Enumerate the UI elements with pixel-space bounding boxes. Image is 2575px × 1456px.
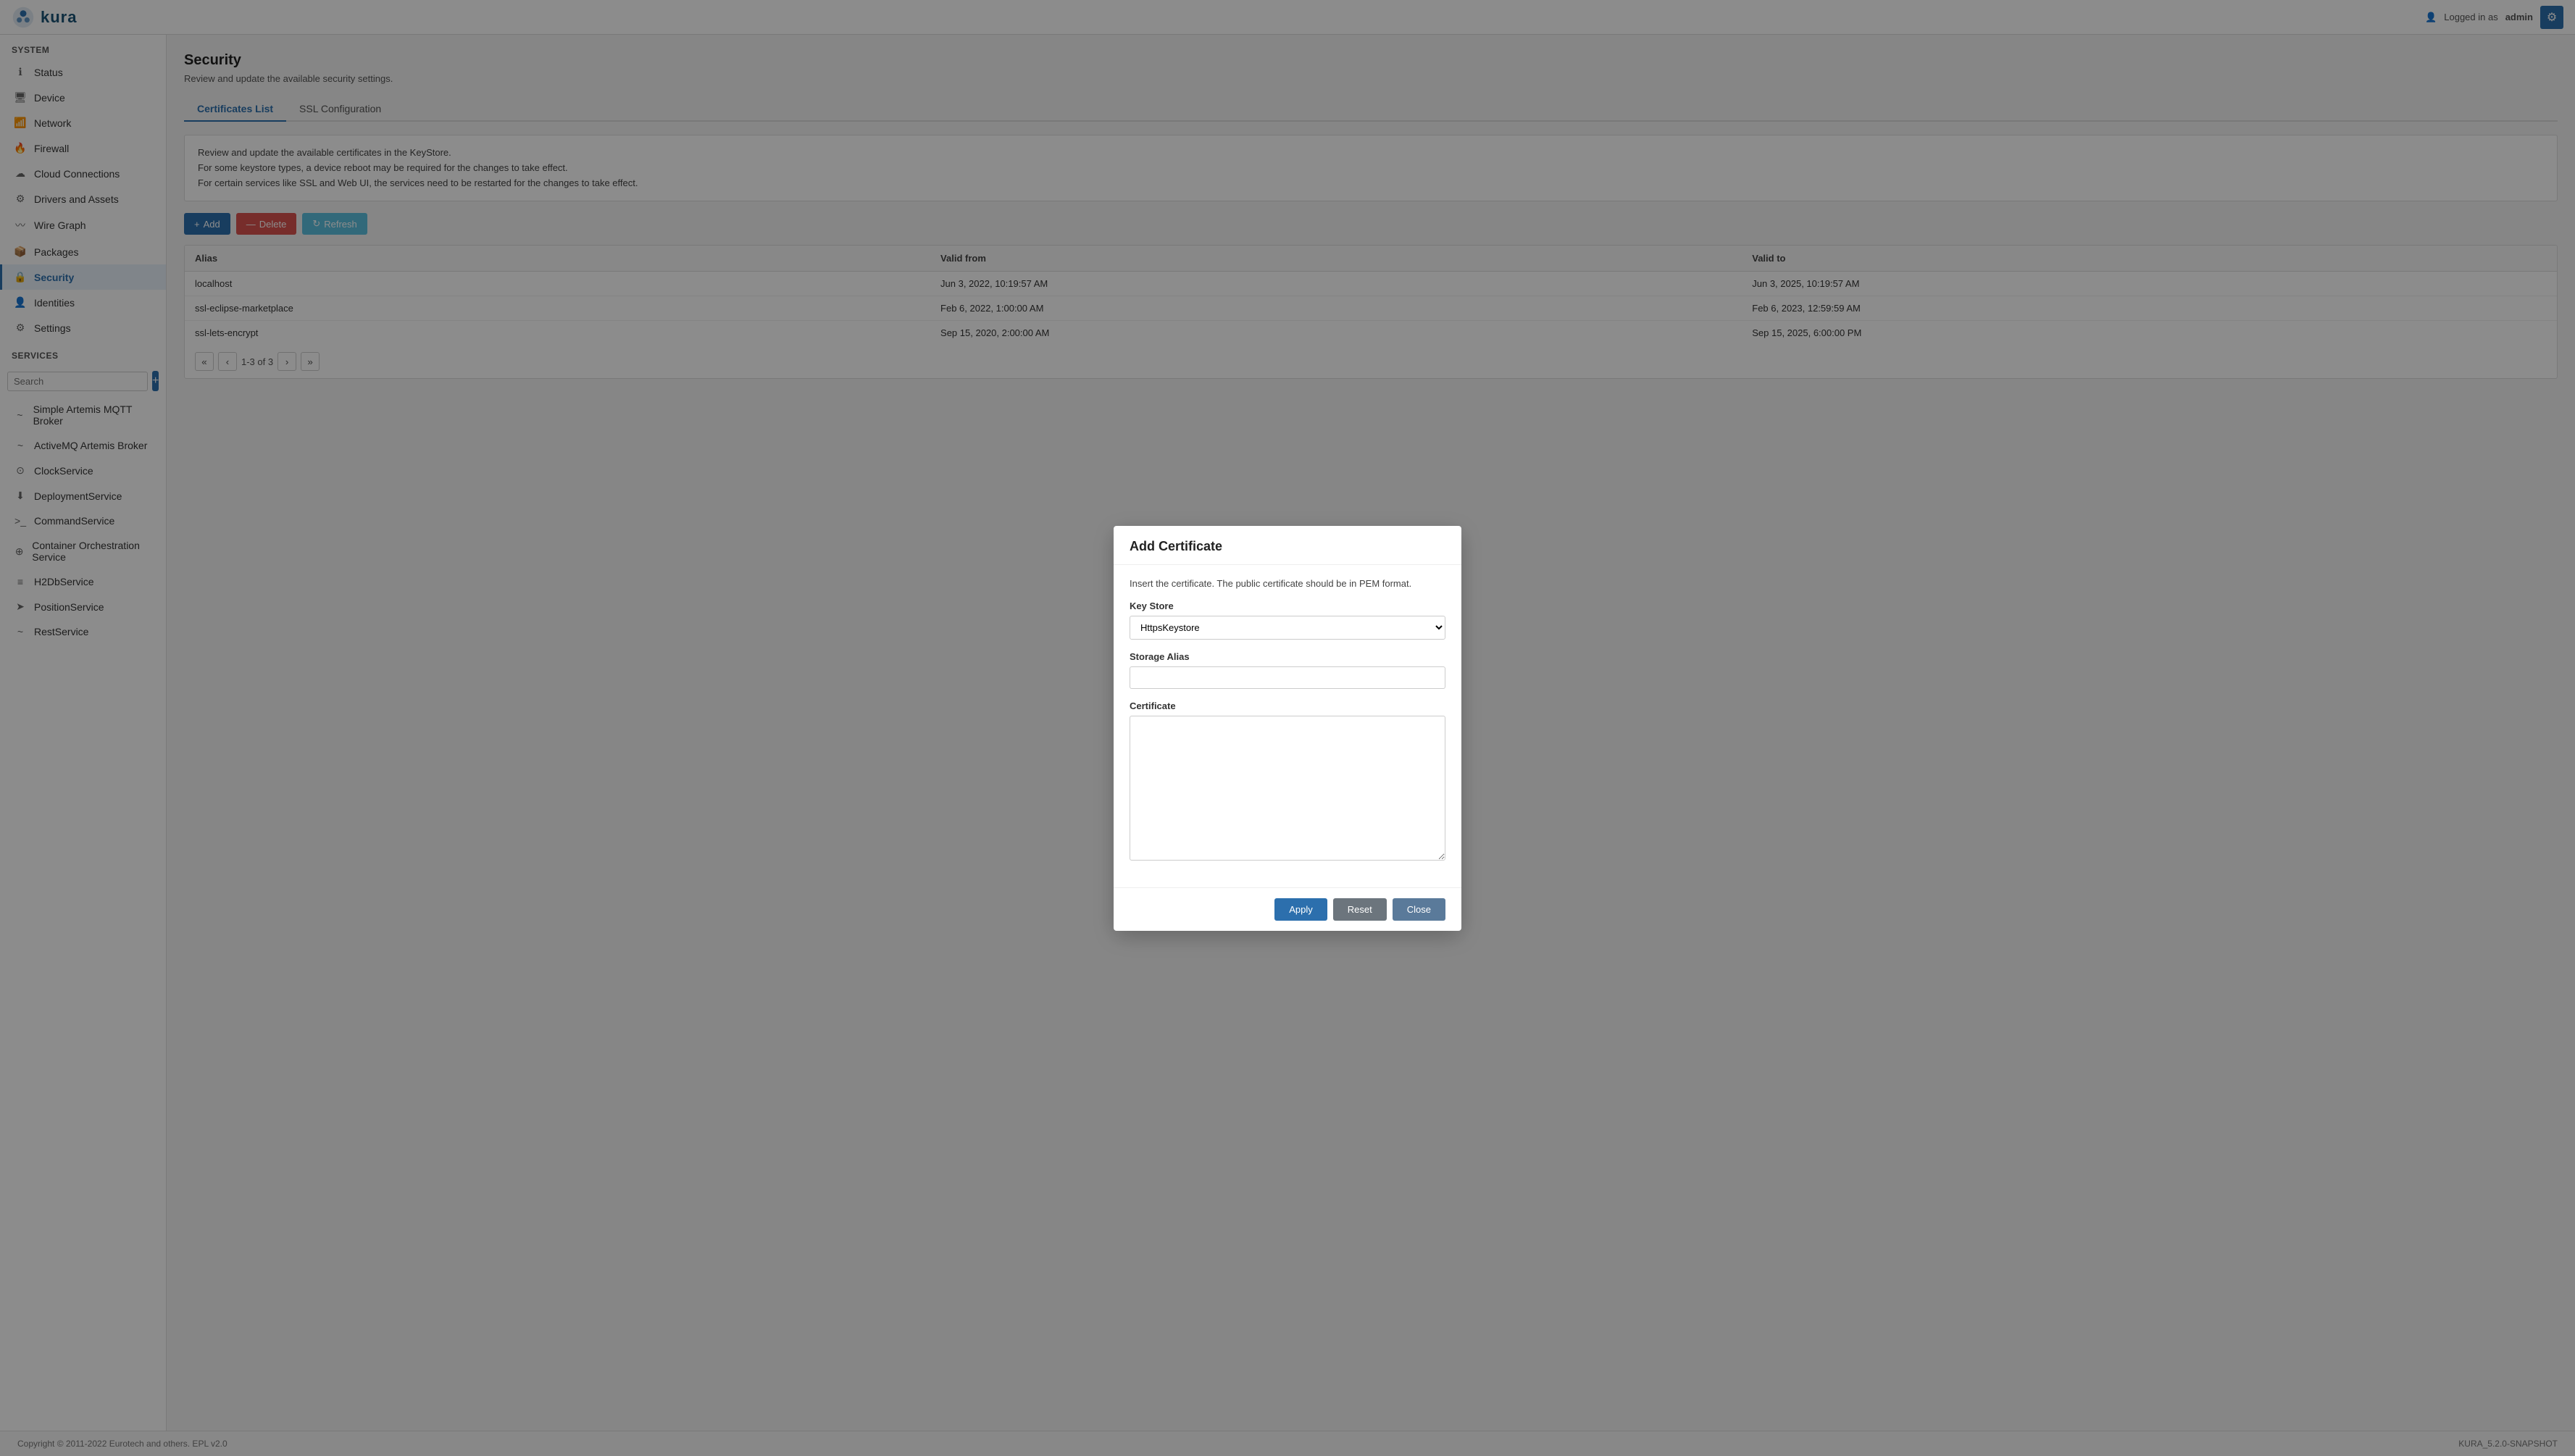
certificate-textarea[interactable] <box>1130 716 1445 861</box>
certificate-label: Certificate <box>1130 700 1445 711</box>
keystore-group: Key Store HttpsKeystore SslManagerKeysto… <box>1130 601 1445 640</box>
keystore-label: Key Store <box>1130 601 1445 611</box>
certificate-group: Certificate <box>1130 700 1445 863</box>
modal-header: Add Certificate <box>1114 526 1461 565</box>
keystore-select[interactable]: HttpsKeystore SslManagerKeystore <box>1130 616 1445 640</box>
modal-description: Insert the certificate. The public certi… <box>1130 578 1445 589</box>
storage-alias-input[interactable] <box>1130 666 1445 689</box>
close-button[interactable]: Close <box>1393 898 1445 921</box>
apply-button[interactable]: Apply <box>1274 898 1327 921</box>
modal-body: Insert the certificate. The public certi… <box>1114 565 1461 887</box>
modal-footer: Apply Reset Close <box>1114 887 1461 931</box>
add-certificate-modal: Add Certificate Insert the certificate. … <box>1114 526 1461 931</box>
storage-alias-label: Storage Alias <box>1130 651 1445 662</box>
modal-overlay[interactable]: Add Certificate Insert the certificate. … <box>0 0 2575 1456</box>
storage-alias-group: Storage Alias <box>1130 651 1445 689</box>
modal-title: Add Certificate <box>1130 539 1445 554</box>
reset-button[interactable]: Reset <box>1333 898 1387 921</box>
